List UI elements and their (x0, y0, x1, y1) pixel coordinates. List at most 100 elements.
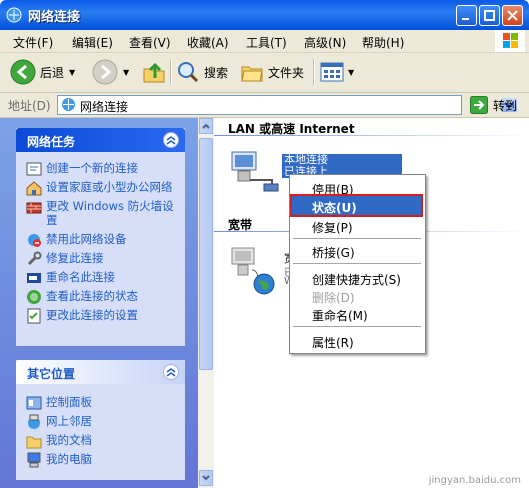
views-icon (320, 62, 344, 82)
menu-edit[interactable]: 编辑(E) (72, 34, 113, 51)
back-label: 后退 (40, 65, 65, 80)
task-disable-device[interactable]: 禁用此网络设备 (24, 232, 177, 247)
task-pane: 网络任务 创建一个新的连接 设置家庭或小型办公网络 更改 Windows 防火墙… (0, 118, 198, 488)
address-input[interactable]: 网络连接 (57, 95, 517, 115)
menu-favorites[interactable]: 收藏(A) (187, 34, 229, 51)
go-button[interactable]: 转到 (470, 96, 517, 114)
task-change-settings[interactable]: 更改此连接的设置 (24, 308, 177, 324)
network-tasks-title: 网络任务 (27, 135, 76, 149)
network-connections-icon (62, 98, 75, 111)
place-my-documents[interactable]: 我的文档 (24, 433, 177, 449)
other-places-title: 其它位置 (27, 367, 76, 381)
menu-tools[interactable]: 工具(T) (246, 34, 287, 51)
context-menu-status[interactable]: 状态(U) (290, 194, 423, 217)
task-home-network[interactable]: 设置家庭或小型办公网络 (24, 180, 177, 196)
menu-advanced[interactable]: 高级(N) (304, 34, 346, 51)
settings-icon (27, 308, 41, 324)
menu-help[interactable]: 帮助(H) (362, 34, 404, 51)
folders-button[interactable]: 文件夹 (240, 58, 304, 86)
context-menu-bridge[interactable]: 桥接(G) (292, 241, 421, 260)
network-tasks-header[interactable]: 网络任务 (16, 128, 185, 152)
task-firewall[interactable]: 更改 Windows 防火墙设置 (24, 199, 177, 227)
views-dropdown-icon[interactable]: ▼ (348, 68, 354, 77)
other-places-panel: 其它位置 控制面板 网上邻居 我的文档 我的电脑 (16, 360, 185, 480)
repair-icon (27, 251, 42, 266)
forward-button[interactable]: ▼ (92, 58, 129, 86)
context-menu: 停用(B) 状态(U) 修复(P) 桥接(G) 创建快捷方式(S) 删除(D) … (289, 174, 426, 354)
group-divider (214, 135, 529, 136)
network-connections-icon (6, 7, 22, 23)
disable-icon (28, 234, 41, 247)
search-icon (178, 62, 199, 83)
scroll-thumb[interactable] (199, 138, 213, 370)
watermark: jingyan.baidu.com (428, 475, 521, 486)
menu-separator (293, 238, 421, 239)
context-menu-disable[interactable]: 停用(B) (292, 178, 421, 197)
address-value: 网络连接 (80, 100, 129, 114)
back-button[interactable]: 后退 ▼ (10, 58, 75, 86)
place-control-panel[interactable]: 控制面板 (24, 395, 177, 410)
toolbar: 后退 ▼ ▼ 搜索 文件夹 ▼ (0, 53, 529, 93)
go-label: 转到 (493, 98, 518, 113)
status-icon (27, 290, 41, 304)
context-menu-repair[interactable]: 修复(P) (292, 216, 421, 235)
my-documents-icon (26, 436, 42, 449)
search-label: 搜索 (204, 65, 229, 80)
minimize-button[interactable] (456, 5, 477, 26)
my-computer-icon (27, 452, 41, 468)
network-places-icon (28, 414, 40, 429)
address-bar: 地址(D) 网络连接 转到 (0, 93, 529, 118)
scroll-up-icon (202, 123, 210, 129)
search-button[interactable]: 搜索 (176, 58, 228, 86)
place-network-places[interactable]: 网上邻居 (24, 414, 177, 429)
scroll-up-button[interactable] (199, 118, 213, 134)
context-menu-delete: 删除(D) (312, 291, 355, 305)
vertical-scrollbar[interactable] (198, 118, 214, 488)
context-menu-rename[interactable]: 重命名(M) (292, 304, 421, 323)
menu-bar: 文件(F) 编辑(E) 查看(V) 收藏(A) 工具(T) 高级(N) 帮助(H… (0, 30, 529, 53)
collapse-button[interactable] (163, 364, 179, 380)
lan-connection-icon (231, 151, 279, 192)
collapse-button[interactable] (163, 132, 179, 148)
broadband-connection-icon (231, 247, 275, 295)
folders-icon (241, 66, 263, 82)
rename-icon (27, 273, 41, 283)
chevron-up-icon (166, 136, 176, 145)
toolbar-separator (170, 59, 172, 85)
control-panel-icon (26, 396, 42, 410)
menu-separator (293, 263, 421, 264)
context-menu-create-shortcut[interactable]: 创建快捷方式(S) (292, 268, 421, 287)
context-menu-properties[interactable]: 属性(R) (292, 331, 421, 350)
up-button[interactable] (142, 58, 166, 86)
close-icon (507, 10, 518, 21)
place-my-computer[interactable]: 我的电脑 (24, 452, 177, 468)
home-network-icon (26, 181, 42, 196)
task-rename-connection[interactable]: 重命名此连接 (24, 270, 177, 284)
go-arrow-icon (470, 96, 488, 114)
firewall-icon (26, 202, 42, 214)
forward-arrow-icon (92, 59, 118, 85)
menu-view[interactable]: 查看(V) (129, 34, 171, 51)
folders-label: 文件夹 (268, 65, 305, 80)
title-bar[interactable]: 网络连接 (0, 0, 529, 30)
maximize-button[interactable] (479, 5, 500, 26)
close-button[interactable] (502, 5, 523, 26)
folder-up-icon (143, 62, 165, 83)
windows-logo-icon (495, 30, 525, 52)
views-button[interactable]: ▼ (320, 58, 354, 86)
forward-dropdown-icon[interactable]: ▼ (123, 68, 129, 77)
scroll-down-icon (202, 475, 210, 481)
task-repair-connection[interactable]: 修复此连接 (24, 251, 177, 266)
menu-file[interactable]: 文件(F) (13, 34, 53, 51)
task-view-status[interactable]: 查看此连接的状态 (24, 289, 177, 304)
chevron-up-icon (166, 368, 176, 377)
back-dropdown-icon[interactable]: ▼ (69, 68, 75, 77)
toolbar-separator (313, 59, 315, 85)
scroll-down-button[interactable] (199, 470, 213, 486)
task-create-connection[interactable]: 创建一个新的连接 (24, 161, 177, 176)
other-places-header[interactable]: 其它位置 (16, 360, 185, 384)
back-arrow-icon (10, 59, 36, 85)
window-title: 网络连接 (28, 10, 81, 25)
minimize-icon (462, 18, 469, 20)
address-label: 地址(D) (8, 99, 51, 113)
